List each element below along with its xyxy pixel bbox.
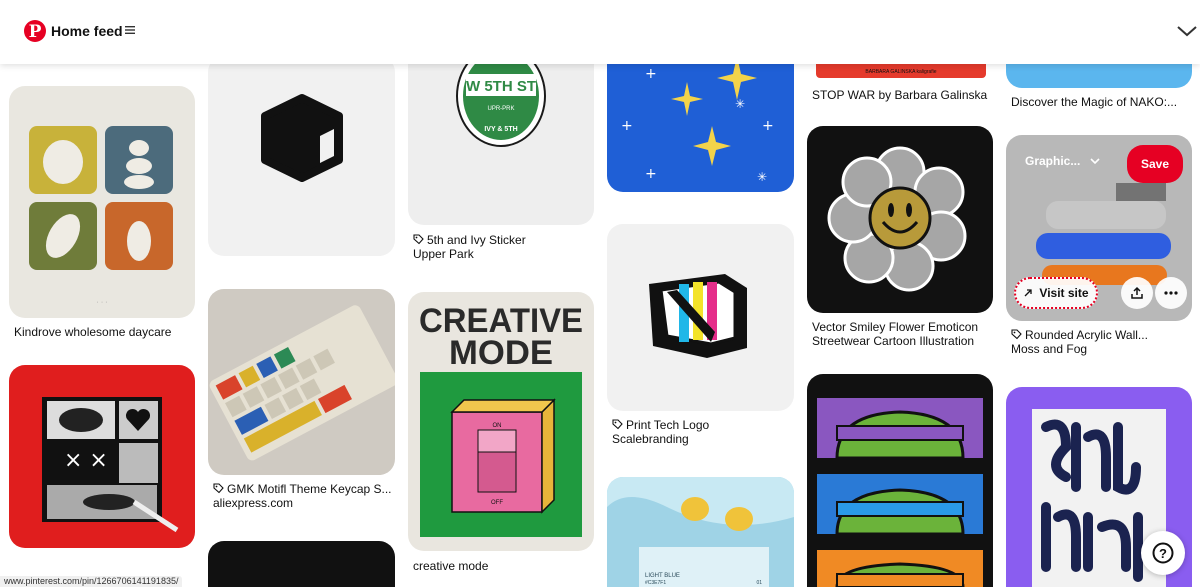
pin-source: Scalebranding bbox=[612, 432, 689, 446]
pin-artwork: · · · bbox=[29, 126, 173, 306]
swatch-name: LIGHT BLUE bbox=[645, 573, 680, 579]
save-button[interactable]: Save bbox=[1127, 145, 1183, 183]
pin-turtles-image[interactable] bbox=[807, 374, 993, 587]
pin-source: Moss and Fog bbox=[1011, 342, 1088, 356]
tag-icon bbox=[1011, 329, 1022, 340]
share-icon bbox=[1131, 286, 1143, 299]
more-options-button[interactable] bbox=[1155, 277, 1187, 309]
pin-title[interactable]: creative mode bbox=[413, 559, 488, 573]
pin-title: GMK Motifl Theme Keycap S... bbox=[227, 482, 392, 496]
pin-dark-image[interactable] bbox=[208, 541, 395, 587]
svg-text:× ×: × × bbox=[64, 448, 108, 473]
pin-artwork bbox=[649, 274, 747, 358]
share-button[interactable] bbox=[1121, 277, 1153, 309]
swatch-hex: #C3E7F1 bbox=[645, 580, 666, 586]
svg-text:+: + bbox=[645, 166, 657, 182]
pin-artwork bbox=[261, 94, 343, 182]
pin-caption[interactable]: Print Tech Logo Scalebranding bbox=[612, 418, 709, 446]
tag-icon bbox=[213, 483, 224, 494]
pin-source: aliexpress.com bbox=[213, 496, 294, 510]
pin-artwork: LIGHT BLUE #C3E7F1 01 bbox=[607, 477, 794, 587]
pin-title[interactable]: STOP WAR by Barbara Galinska bbox=[812, 88, 987, 102]
pin-title: Print Tech Logo bbox=[626, 418, 710, 432]
pin-title: Vector Smiley Flower Emoticon bbox=[812, 320, 979, 334]
svg-text:✳: ✳ bbox=[735, 97, 745, 111]
menu-icon[interactable] bbox=[124, 24, 136, 36]
sticker-bottom-text: IVY & 5TH bbox=[484, 126, 517, 133]
pin-print-tech-logo-image[interactable] bbox=[607, 224, 794, 411]
art-headline-2: MODE bbox=[449, 334, 553, 372]
help-icon: ? bbox=[1152, 542, 1174, 564]
pinterest-logo-icon[interactable]: P bbox=[24, 20, 46, 42]
ellipsis-icon bbox=[1164, 291, 1178, 295]
svg-text:P: P bbox=[29, 22, 42, 42]
svg-text:+: + bbox=[762, 118, 774, 134]
pin-artwork: W 5TH ST UPR-PRK IVY & 5TH bbox=[456, 56, 546, 147]
pin-kindrove-image[interactable]: · · · bbox=[9, 86, 195, 318]
pin-caption[interactable]: 5th and Ivy Sticker Upper Park bbox=[413, 233, 526, 261]
pin-caption[interactable]: GMK Motifl Theme Keycap S... aliexpress.… bbox=[213, 482, 392, 510]
pin-sparkles-image[interactable]: + + ✳ + + ✳ bbox=[607, 56, 794, 192]
visit-site-button[interactable]: Visit site bbox=[1014, 277, 1098, 309]
pin-sticker-image[interactable]: W 5TH ST UPR-PRK IVY & 5TH bbox=[408, 56, 594, 225]
chevron-down-icon bbox=[1090, 158, 1100, 165]
visit-site-label: Visit site bbox=[1039, 286, 1089, 300]
sticker-sub-text: UPR-PRK bbox=[487, 106, 514, 112]
tag-icon bbox=[413, 234, 424, 245]
pin-title-line2: Streetwear Cartoon Illustration bbox=[812, 334, 975, 348]
banner-text: BARBARA GALINSKA kaligrafie bbox=[865, 69, 936, 75]
pin-artwork bbox=[817, 398, 983, 587]
tag-icon bbox=[612, 419, 623, 430]
pin-artwork: + + ✳ + + ✳ bbox=[621, 56, 774, 184]
pin-keyboard-image[interactable] bbox=[208, 289, 395, 475]
sticker-street-text: W 5TH ST bbox=[466, 78, 536, 95]
svg-text:✳: ✳ bbox=[757, 170, 767, 184]
pin-title: 5th and Ivy Sticker bbox=[427, 233, 526, 247]
pin-artwork: CREATIVE MODE ON OFF bbox=[419, 302, 583, 537]
pin-artwork: × × bbox=[42, 397, 179, 533]
pin-artwork bbox=[209, 305, 395, 461]
pin-caption[interactable]: Vector Smiley Flower Emoticon Streetwear… bbox=[812, 320, 978, 348]
pin-smiley-flower-image[interactable] bbox=[807, 126, 993, 313]
pin-title[interactable]: Kindrove wholesome daycare bbox=[14, 325, 171, 339]
board-select[interactable]: Graphic... bbox=[1025, 154, 1105, 174]
svg-text:· · ·: · · · bbox=[97, 299, 108, 306]
svg-text:+: + bbox=[645, 66, 657, 82]
pin-light-blue-image[interactable]: LIGHT BLUE #C3E7F1 01 bbox=[607, 477, 794, 587]
pin-artwork bbox=[827, 146, 967, 292]
svg-text:+: + bbox=[621, 118, 633, 134]
status-bar-url: www.pinterest.com/pin/1266706141191835/ bbox=[0, 576, 183, 587]
top-bar: P Home feed bbox=[0, 0, 1200, 64]
help-label: ? bbox=[1159, 546, 1167, 561]
chevron-down-icon[interactable] bbox=[1176, 24, 1198, 38]
pin-title: Rounded Acrylic Wall... bbox=[1025, 328, 1148, 342]
board-name: Graphic... bbox=[1025, 154, 1081, 168]
pin-faces-image[interactable]: × × bbox=[9, 365, 195, 548]
feed-title[interactable]: Home feed bbox=[51, 23, 123, 39]
swatch-number: 01 bbox=[756, 580, 762, 586]
pin-source: Upper Park bbox=[413, 247, 474, 261]
pin-caption[interactable]: Rounded Acrylic Wall... Moss and Fog bbox=[1011, 328, 1148, 356]
arrow-up-right-icon bbox=[1024, 289, 1033, 297]
pin-creative-mode-image[interactable]: CREATIVE MODE ON OFF bbox=[408, 292, 594, 551]
switch-off-label: OFF bbox=[491, 500, 503, 506]
switch-on-label: ON bbox=[493, 423, 502, 429]
pin-title[interactable]: Discover the Magic of NAKO:... bbox=[1011, 95, 1177, 109]
help-button[interactable]: ? bbox=[1141, 531, 1185, 575]
pin-cube-logo-image[interactable] bbox=[208, 56, 395, 256]
